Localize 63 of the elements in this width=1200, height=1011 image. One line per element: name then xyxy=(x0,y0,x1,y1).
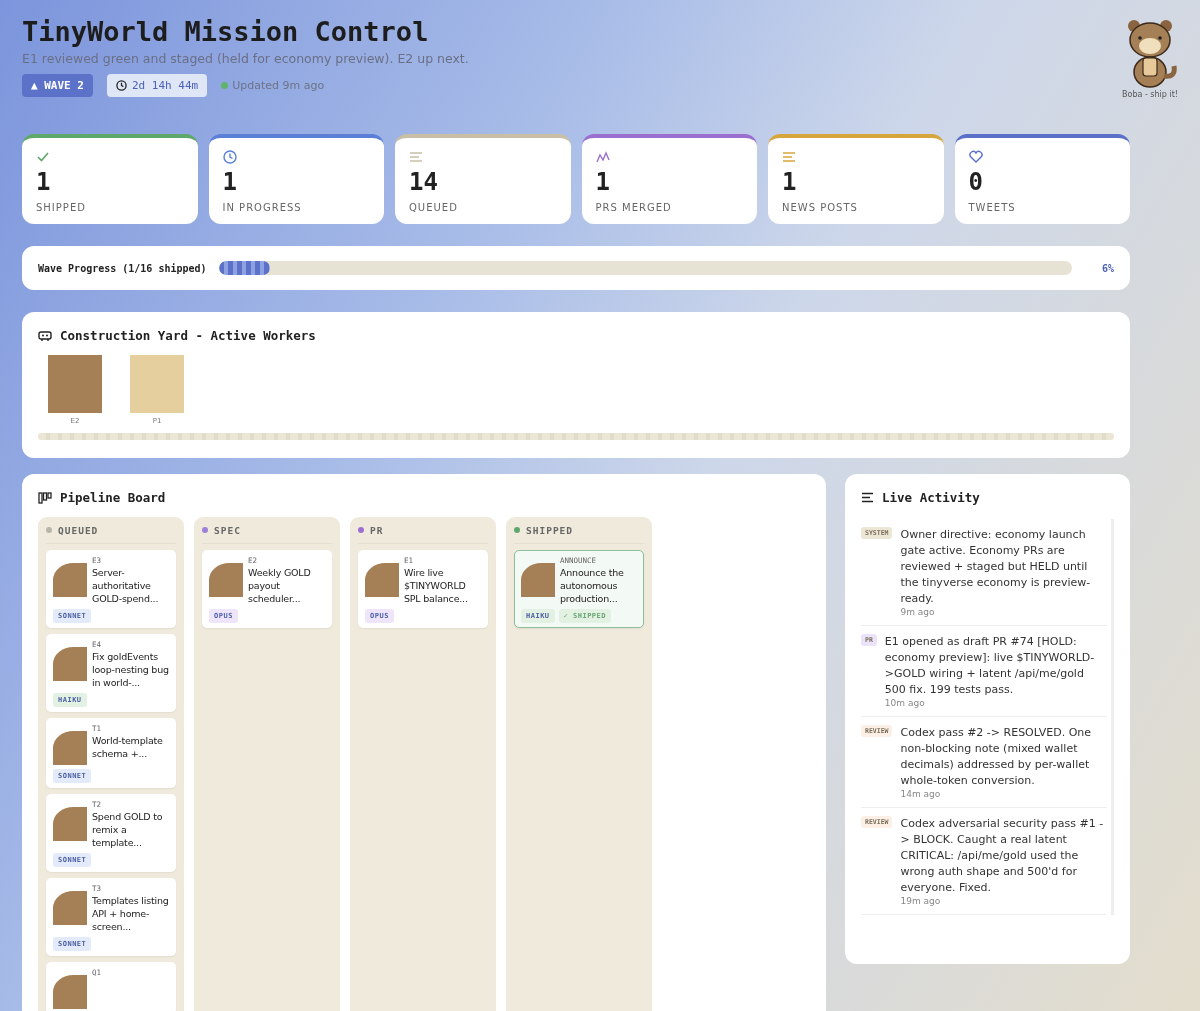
task-title: Server-authoritative GOLD-spend... xyxy=(92,566,160,605)
task-thumbnail xyxy=(365,563,399,597)
task-thumbnail xyxy=(53,647,87,681)
activity-text: E1 opened as draft PR #74 [HOLD: economy preview]: live $TINYWORLD->GOLD wiring + latent /api/me/gold 500 fix. 199 tests pass. xyxy=(884,634,1096,698)
task-thumbnail xyxy=(53,731,87,765)
task-title: Spend GOLD to remix a template... xyxy=(92,810,164,849)
stat-label: TWEETS xyxy=(968,202,1016,213)
lines-icon xyxy=(782,150,796,164)
task-title: Wire live $TINYWORLD SPL balance... xyxy=(404,566,469,605)
stat-value: 1 xyxy=(595,168,610,196)
clock-icon xyxy=(222,150,237,164)
column-title: SPEC xyxy=(214,524,241,536)
activity-time: 14m ago xyxy=(900,789,942,799)
stat-label: NEWS POSTS xyxy=(782,202,858,213)
subtitle: E1 reviewed green and staged (held for economy preview). E2 up next. xyxy=(22,51,469,66)
task-thumbnail xyxy=(53,807,87,841)
task-title: Announce the autonomous production... xyxy=(560,566,625,605)
task-thumbnail xyxy=(209,563,243,597)
chart-icon xyxy=(595,150,610,164)
panel-title: Construction Yard - Active Workers xyxy=(60,328,316,343)
stat-label: QUEUED xyxy=(409,202,458,213)
activity-time: 9m ago xyxy=(900,607,936,617)
activity-text: Codex pass #2 -> RESOLVED. One non-blocking note (mixed wallet decimals) addressed by per-wallet whole-token conversion. xyxy=(900,725,1093,789)
task-thumbnail xyxy=(521,563,555,597)
stat-label: IN PROGRESS xyxy=(222,202,302,213)
lines-icon xyxy=(409,150,423,164)
clock-icon xyxy=(116,80,127,91)
task-title: World-template schema +... xyxy=(92,734,164,760)
panel-title: Pipeline Board xyxy=(60,490,166,505)
robot-icon xyxy=(38,329,52,342)
progress-percent: 6% xyxy=(1100,262,1114,274)
stat-value: 0 xyxy=(968,168,983,196)
activity-time: 10m ago xyxy=(884,698,926,708)
stat-value: 1 xyxy=(36,168,51,196)
task-thumbnail xyxy=(53,891,87,925)
wave-badge: ▲ WAVE 2 xyxy=(22,74,93,97)
page-title: TinyWorld Mission Control xyxy=(22,16,430,47)
column-title: QUEUED xyxy=(58,524,99,536)
stat-value: 1 xyxy=(782,168,797,196)
column-title: PR xyxy=(370,524,384,536)
stat-label: PRS MERGED xyxy=(595,202,672,213)
activity-time: 19m ago xyxy=(900,896,942,906)
board-columns-icon xyxy=(38,491,52,504)
check-icon xyxy=(36,150,50,164)
menu-lines-icon xyxy=(861,492,874,503)
panel-title: Live Activity xyxy=(882,490,980,505)
task-title: Weekly GOLD payout scheduler... xyxy=(248,566,312,605)
heart-icon xyxy=(968,150,983,164)
updated-status: Updated 9m ago xyxy=(232,79,325,92)
progress-label: Wave Progress (1/16 shipped) xyxy=(38,262,207,274)
activity-text: Owner directive: economy launch gate active. Economy PRs are reviewed + staged but HELD until the tinyverse economy is preview-ready. xyxy=(900,527,1092,607)
mascot-caption: Boba - ship it! xyxy=(1122,90,1178,99)
column-title: SHIPPED xyxy=(526,524,574,536)
stat-value: 1 xyxy=(222,168,237,196)
status-dot xyxy=(221,82,229,89)
stat-label: SHIPPED xyxy=(36,202,86,213)
task-title: Templates listing API + home-screen... xyxy=(92,894,169,933)
task-thumbnail xyxy=(53,563,87,597)
task-thumbnail xyxy=(53,975,87,1009)
stat-value: 14 xyxy=(409,168,438,196)
activity-text: Codex adversarial security pass #1 -> BLOCK. Caught a real latent CRITICAL: /api/me/gold used the wrong auth shape and 500'd for everyone. Fixed. xyxy=(900,816,1105,896)
task-title: Fix goldEvents loop-nesting bug in world-... xyxy=(92,650,169,689)
timer-text: 2d 14h 44m xyxy=(132,79,199,92)
